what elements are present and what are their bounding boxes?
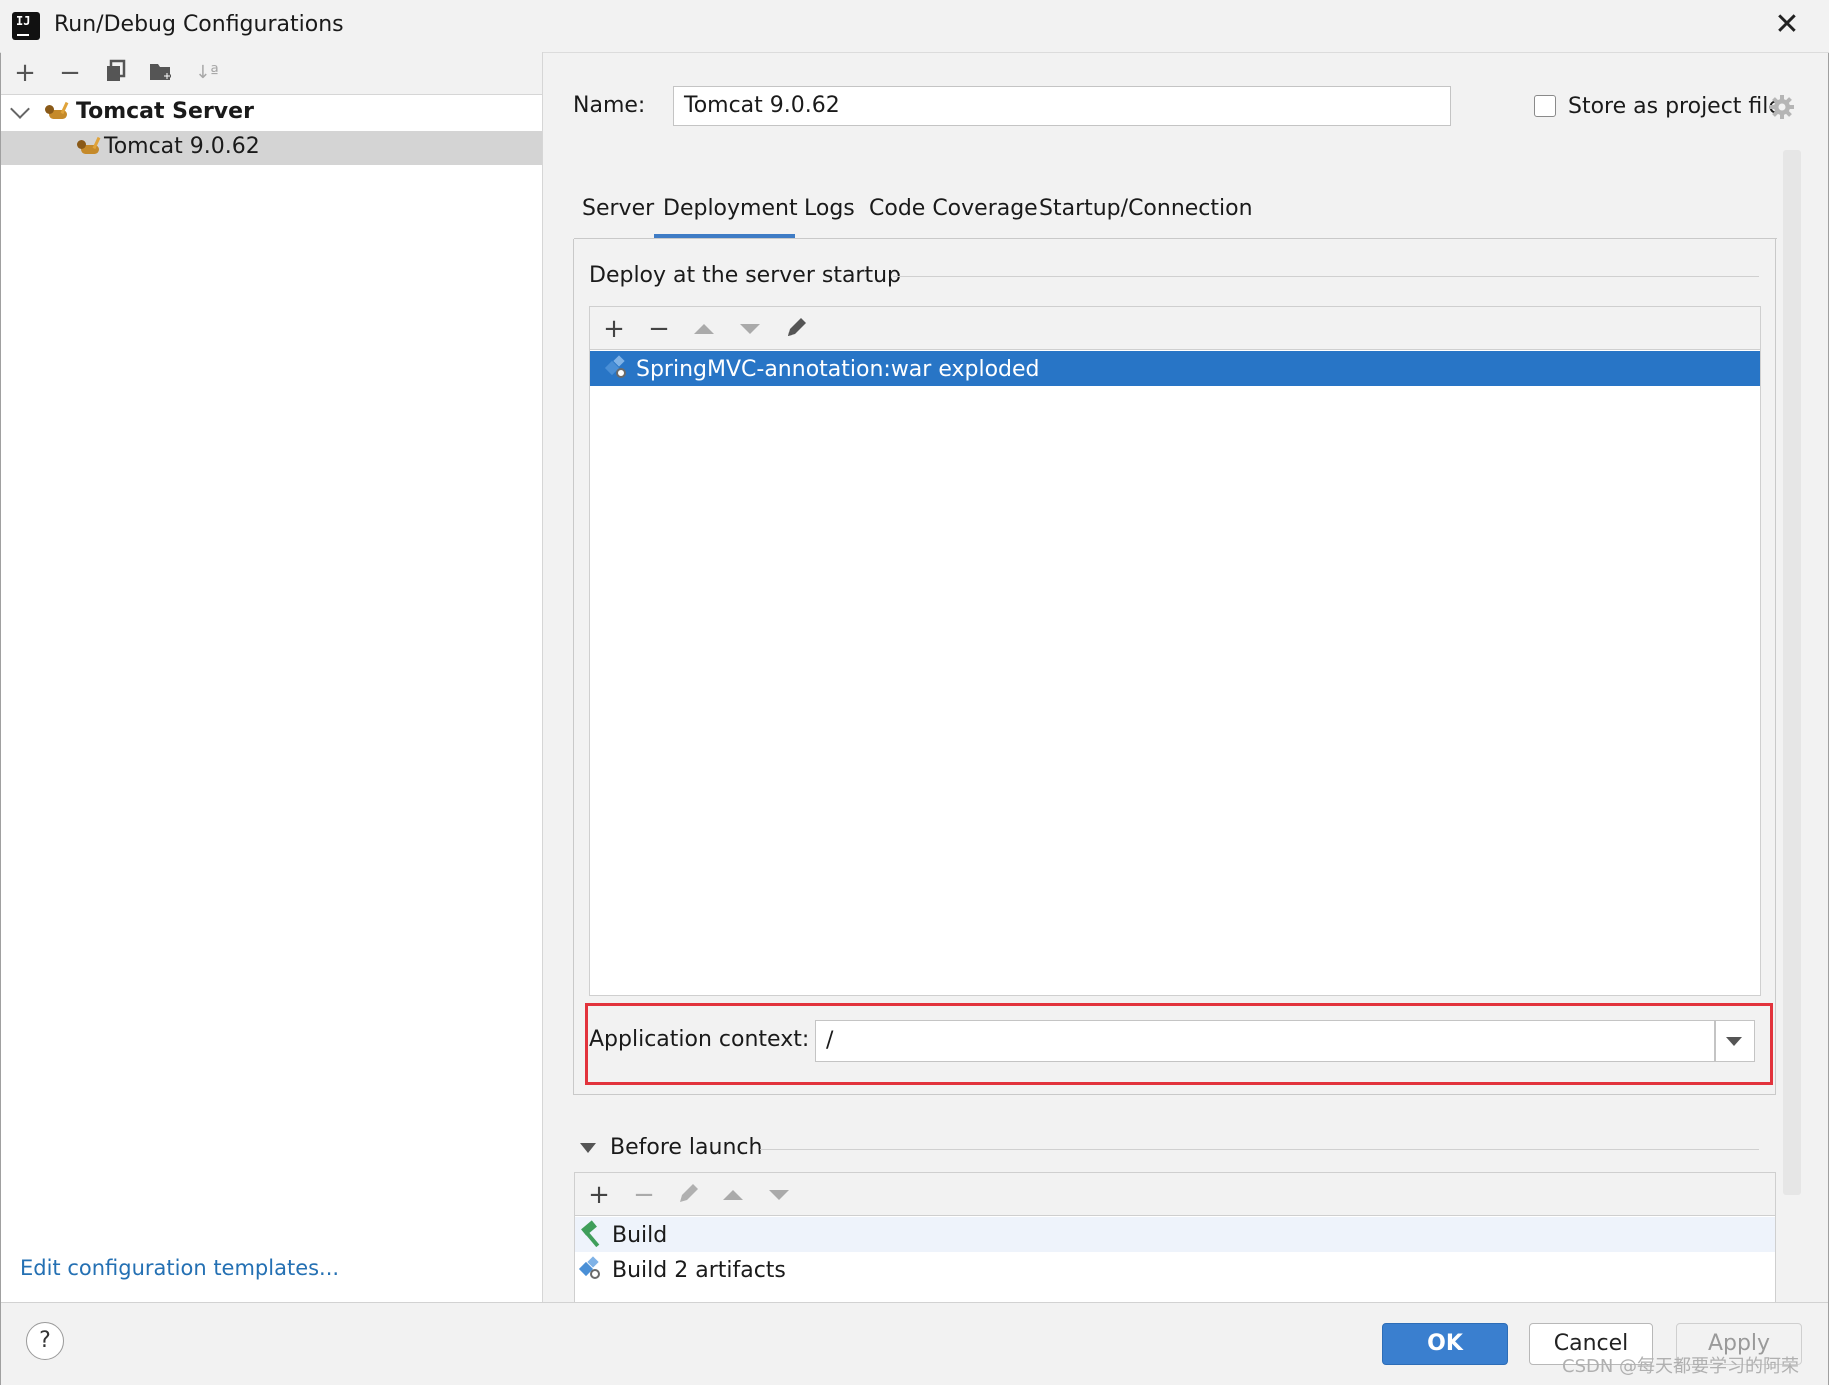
hammer-icon	[578, 1220, 604, 1248]
group-divider	[760, 1149, 1759, 1150]
help-button[interactable]: ?	[26, 1322, 64, 1360]
edit-configuration-templates-link[interactable]: Edit configuration templates...	[20, 1256, 339, 1280]
edit-pencil-icon[interactable]	[783, 315, 811, 343]
ok-button[interactable]: OK	[1382, 1323, 1508, 1365]
add-icon[interactable]: +	[600, 315, 628, 343]
window-title: Run/Debug Configurations	[54, 12, 344, 37]
move-down-icon[interactable]	[769, 1190, 789, 1200]
move-up-icon[interactable]	[723, 1190, 743, 1200]
application-context-label: Application context:	[589, 1027, 810, 1052]
chevron-down-icon[interactable]	[10, 99, 30, 119]
remove-icon[interactable]: −	[56, 59, 84, 87]
application-context-dropdown[interactable]	[1715, 1020, 1755, 1062]
add-icon[interactable]: +	[585, 1181, 613, 1209]
new-folder-icon[interactable]	[147, 59, 175, 87]
name-field[interactable]: Tomcat 9.0.62	[673, 86, 1451, 126]
move-down-icon[interactable]	[740, 324, 760, 334]
sort-icon[interactable]: ↓ª	[193, 59, 221, 87]
name-label: Name:	[573, 93, 646, 118]
list-item-label[interactable]: Build 2 artifacts	[612, 1258, 786, 1283]
add-icon[interactable]: +	[11, 59, 39, 87]
edit-pencil-icon[interactable]	[675, 1181, 703, 1209]
configurations-tree-panel	[1, 52, 543, 1302]
list-item-build[interactable]	[575, 1217, 1775, 1252]
tab-startup-connection[interactable]: Startup/Connection	[1039, 196, 1253, 221]
tab-server[interactable]: Server	[582, 196, 654, 221]
artifact-icon	[604, 355, 629, 381]
group-divider	[893, 276, 1759, 277]
configurations-toolbar: + − ↓ª	[1, 52, 542, 95]
remove-icon[interactable]: −	[630, 1181, 658, 1209]
gear-icon[interactable]	[1769, 94, 1795, 120]
copy-icon[interactable]	[102, 59, 130, 87]
deploy-artifact-list[interactable]	[589, 350, 1761, 996]
deploy-group-title: Deploy at the server startup	[589, 263, 902, 288]
tree-item-label: Tomcat 9.0.62	[104, 134, 260, 159]
tree-group-tomcat-server[interactable]: Tomcat Server	[1, 96, 542, 130]
move-up-icon[interactable]	[694, 324, 714, 334]
before-launch-title[interactable]: Before launch	[610, 1135, 762, 1160]
chevron-down-icon	[1726, 1037, 1742, 1046]
application-context-field[interactable]: /	[815, 1020, 1715, 1062]
watermark: CSDN @每天都要学习的阿荣	[1562, 1356, 1800, 1377]
vertical-scrollbar[interactable]	[1783, 150, 1801, 1195]
remove-icon[interactable]: −	[645, 315, 673, 343]
deploy-list-toolbar: + −	[589, 306, 1761, 350]
intellij-app-icon: IJ	[9, 9, 43, 43]
close-icon[interactable]: ✕	[1770, 8, 1804, 42]
list-item-label: SpringMVC-annotation:war exploded	[636, 357, 1040, 382]
collapse-triangle-icon[interactable]	[580, 1143, 596, 1153]
tab-deployment[interactable]: Deployment	[663, 196, 798, 221]
tab-code-coverage[interactable]: Code Coverage	[869, 196, 1038, 221]
artifact-icon	[578, 1256, 603, 1282]
store-as-project-file-checkbox[interactable]	[1534, 95, 1556, 117]
tree-item-tomcat-9[interactable]: Tomcat 9.0.62	[1, 131, 542, 165]
tree-group-label: Tomcat Server	[76, 99, 254, 124]
tab-logs[interactable]: Logs	[804, 196, 855, 221]
tomcat-icon	[45, 101, 71, 122]
tomcat-icon	[77, 136, 103, 157]
store-as-project-file-label[interactable]: Store as project file	[1568, 94, 1782, 119]
list-item-label: Build	[612, 1223, 668, 1248]
before-launch-toolbar: + −	[574, 1172, 1776, 1216]
